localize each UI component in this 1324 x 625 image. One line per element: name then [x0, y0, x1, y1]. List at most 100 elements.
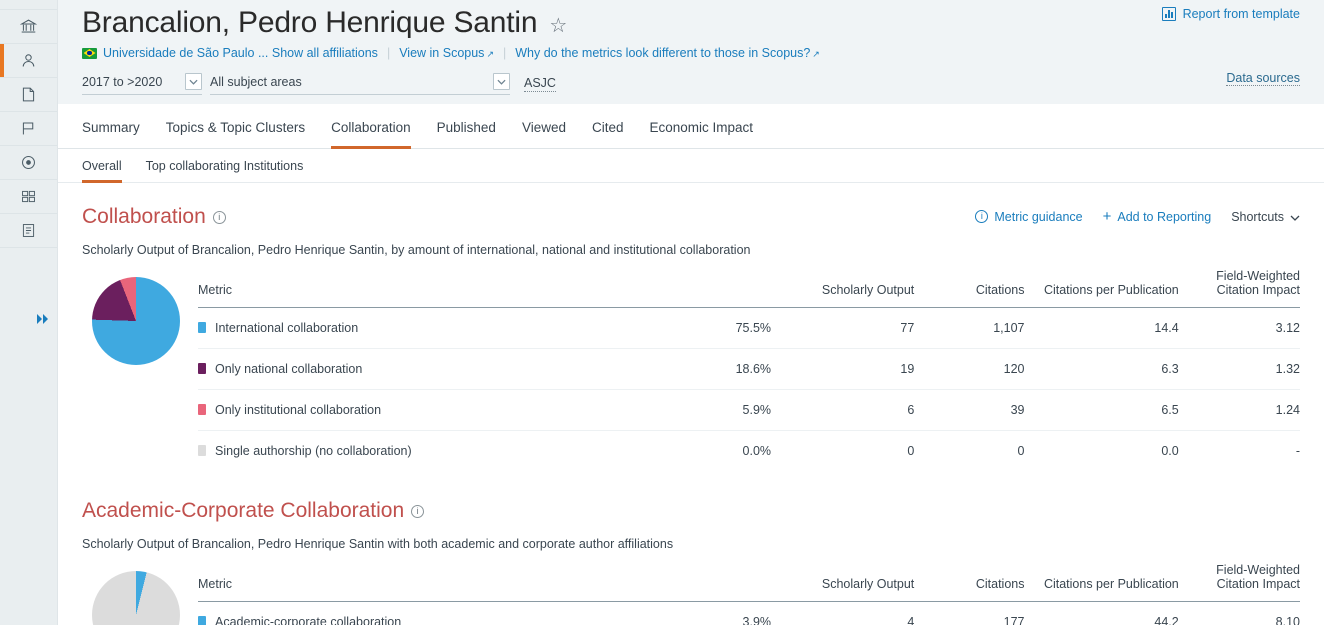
row-scholarly-output[interactable]: 19: [771, 348, 915, 390]
sidebar-item-researchers[interactable]: [0, 44, 57, 78]
metric-guidance-button[interactable]: i Metric guidance: [975, 209, 1083, 224]
academic-corporate-section-body: Metric Scholarly Output Citations Citati…: [82, 563, 1300, 625]
year-filter-value: 2017 to >2020: [82, 74, 163, 89]
row-cpp: 0.0: [1161, 444, 1179, 458]
col-fwci[interactable]: Field-Weighted Citation Impact: [1178, 563, 1300, 602]
row-cpp: 6.5: [1024, 389, 1179, 431]
row-percent: 0.0%: [742, 444, 772, 458]
col-scholarly-output[interactable]: Scholarly Output: [771, 269, 915, 308]
academic-corporate-table-wrapper: Metric Scholarly Output Citations Citati…: [198, 563, 1300, 625]
academic-corporate-section-header: Academic-Corporate Collaboration i: [82, 499, 1300, 523]
subject-filter-value: All subject areas: [210, 74, 302, 89]
sidebar-item-topics[interactable]: [0, 112, 57, 146]
row-metric-label: Only national collaboration: [198, 348, 639, 390]
col-scholarly-output[interactable]: Scholarly Output: [771, 563, 915, 602]
legend-swatch: [198, 404, 206, 415]
col-citations[interactable]: Citations: [914, 563, 1025, 602]
metric-guidance-label: Metric guidance: [994, 209, 1083, 224]
col-percent: [638, 269, 772, 308]
person-icon: [20, 52, 37, 69]
col-metric: Metric: [198, 269, 639, 308]
col-citations-per-publication[interactable]: Citations per Publication: [1024, 563, 1179, 602]
affiliation-link[interactable]: Universidade de São Paulo ... Show all a…: [103, 46, 378, 60]
year-filter-select[interactable]: 2017 to >2020: [82, 73, 202, 95]
external-link-icon: ↗: [812, 49, 820, 59]
add-to-reporting-button[interactable]: + Add to Reporting: [1103, 209, 1212, 224]
document-icon: [20, 86, 37, 103]
expand-sidebar-button[interactable]: [0, 312, 57, 326]
flag-icon: [20, 120, 37, 137]
asjc-link[interactable]: ASJC: [524, 76, 556, 92]
collaboration-section-description: Scholarly Output of Brancalion, Pedro He…: [82, 243, 751, 257]
legend-swatch: [198, 616, 206, 625]
data-sources-link[interactable]: Data sources: [1226, 71, 1300, 86]
subtab-top-collaborating-institutions[interactable]: Top collaborating Institutions: [146, 149, 304, 183]
star-outline-icon[interactable]: ☆: [549, 16, 567, 36]
add-to-reporting-label: Add to Reporting: [1117, 209, 1212, 224]
info-icon[interactable]: i: [411, 504, 425, 518]
chevron-down-icon: [185, 73, 202, 90]
row-cpp: 44.2: [1024, 601, 1179, 625]
tab-topics-topic-clusters[interactable]: Topics & Topic Clusters: [166, 104, 305, 149]
grid-icon: [20, 188, 37, 205]
chart-report-icon: [1161, 7, 1176, 21]
affiliation-row: Universidade de São Paulo ... Show all a…: [82, 46, 1300, 60]
tab-summary[interactable]: Summary: [82, 104, 140, 149]
subtab-overall[interactable]: Overall: [82, 149, 122, 183]
tab-cited[interactable]: Cited: [592, 104, 624, 149]
report-from-template-button[interactable]: Report from template: [1161, 7, 1300, 21]
report-icon: [20, 222, 37, 239]
sidebar-item-reporting[interactable]: [0, 214, 57, 248]
col-metric: Metric: [198, 563, 639, 602]
info-icon[interactable]: i: [212, 210, 226, 224]
row-scholarly-output[interactable]: 4: [771, 601, 915, 625]
sidebar-item-publications[interactable]: [0, 78, 57, 112]
academic-corporate-section-title: Academic-Corporate Collaboration: [82, 499, 405, 522]
academic-corporate-pie-wrapper: [82, 563, 190, 625]
col-citations[interactable]: Citations: [914, 269, 1025, 308]
divider: |: [502, 46, 507, 60]
institution-icon: [20, 18, 37, 35]
collaboration-section: Collaboration i i Metric guidance + Add …: [58, 183, 1324, 471]
col-fwci[interactable]: Field-Weighted Citation Impact: [1178, 269, 1300, 308]
sidebar-item-dashboards[interactable]: [0, 180, 57, 214]
why-metrics-differ-link[interactable]: Why do the metrics look different to tho…: [515, 46, 820, 60]
collaboration-table: Metric Scholarly Output Citations Citati…: [198, 269, 1300, 471]
row-citations: 0: [1017, 444, 1025, 458]
filter-row: 2017 to >2020 All subject areas ASJC: [82, 73, 1300, 95]
col-citations-per-publication[interactable]: Citations per Publication: [1024, 269, 1179, 308]
col-percent: [638, 563, 772, 602]
academic-corporate-section: Academic-Corporate Collaboration i i Met…: [58, 471, 1324, 625]
tab-viewed[interactable]: Viewed: [522, 104, 566, 149]
row-scholarly-output[interactable]: 77: [771, 307, 915, 349]
row-citations: 1,107: [914, 307, 1025, 349]
subject-area-filter-select[interactable]: All subject areas: [210, 73, 510, 95]
page-header: Brancalion, Pedro Henrique Santin ☆ Repo…: [58, 0, 1324, 104]
target-icon: [20, 154, 37, 171]
view-in-scopus-link[interactable]: View in Scopus ↗: [399, 46, 494, 60]
row-citations: 177: [914, 601, 1025, 625]
external-link-icon: ↗: [486, 49, 494, 59]
sidebar-item-institutions[interactable]: [0, 10, 57, 44]
table-row: Only institutional collaboration 5.9% 6 …: [198, 389, 1300, 431]
collaboration-section-title: Collaboration: [82, 205, 206, 228]
legend-swatch: [198, 363, 206, 374]
row-scholarly-output: 0: [907, 444, 915, 458]
tab-economic-impact[interactable]: Economic Impact: [650, 104, 754, 149]
table-header-row: Metric Scholarly Output Citations Citati…: [198, 269, 1300, 308]
left-sidebar: [0, 0, 58, 625]
tab-collaboration[interactable]: Collaboration: [331, 104, 411, 149]
row-scholarly-output[interactable]: 6: [771, 389, 915, 431]
row-metric-label: Only institutional collaboration: [198, 389, 639, 431]
chevron-down-icon: [493, 73, 510, 90]
main-content: Brancalion, Pedro Henrique Santin ☆ Repo…: [58, 0, 1324, 625]
row-citations: 39: [914, 389, 1025, 431]
row-percent: 5.9%: [638, 389, 772, 431]
row-fwci: 8.10: [1178, 601, 1300, 625]
sidebar-item-benchmarking[interactable]: [0, 146, 57, 180]
table-row: Single authorship (no collaboration) 0.0…: [198, 431, 1300, 472]
row-metric-label: Academic-corporate collaboration: [198, 601, 639, 625]
tab-published[interactable]: Published: [437, 104, 496, 149]
row-cpp: 6.3: [1024, 348, 1179, 390]
shortcuts-dropdown[interactable]: Shortcuts: [1231, 210, 1300, 224]
